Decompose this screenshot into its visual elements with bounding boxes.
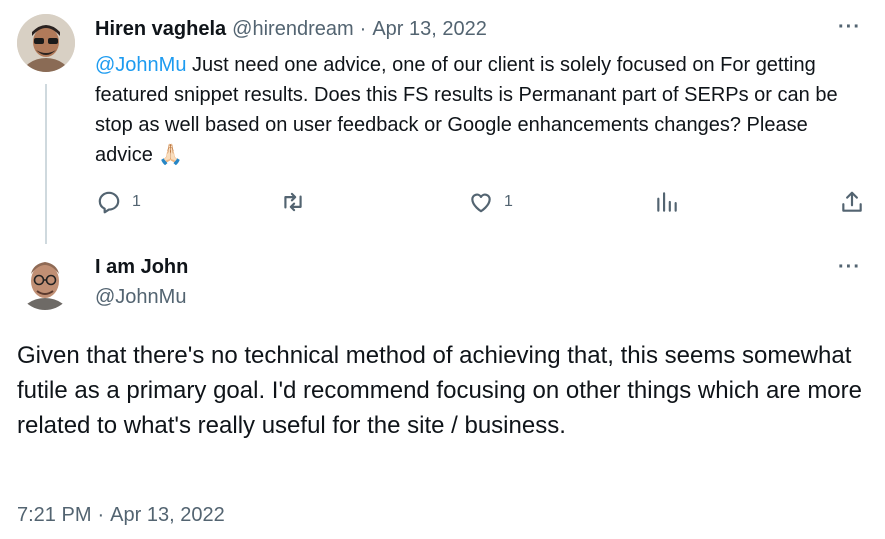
like-action[interactable]: 1 (468, 189, 513, 215)
views-action[interactable] (654, 189, 680, 215)
reply-count: 1 (132, 193, 141, 210)
retweet-icon (284, 192, 302, 212)
reply-action[interactable]: 1 (96, 189, 141, 215)
avatar-image (17, 14, 75, 72)
folded-hands-emoji: 🙏🏻 (158, 144, 184, 166)
avatar-image (17, 254, 73, 310)
reply-text: @JohnMu Just need one advice, one of our… (95, 50, 855, 170)
thread-line (45, 84, 47, 244)
reply-author-handle[interactable]: @hirendream (232, 18, 353, 41)
reply-icon (98, 191, 120, 214)
main-date: Apr 13, 2022 (110, 504, 225, 526)
reply-author-name[interactable]: Hiren vaghela (95, 18, 226, 41)
reply-author-avatar[interactable] (17, 14, 75, 72)
reply-mention-link[interactable]: @JohnMu (95, 54, 186, 76)
retweet-action[interactable] (280, 189, 316, 215)
main-more-button[interactable]: ··· (838, 256, 861, 279)
timestamp-separator: · (97, 504, 105, 526)
heart-icon (471, 193, 491, 213)
share-icon (842, 191, 862, 212)
main-author-handle[interactable]: @JohnMu (95, 286, 186, 309)
share-action[interactable] (839, 189, 865, 215)
main-tweet-text: Given that there's no technical method o… (17, 342, 862, 439)
reply-header-separator: · (359, 18, 367, 40)
main-author-name[interactable]: I am John (95, 256, 188, 279)
like-count: 1 (504, 193, 513, 210)
main-time: 7:21 PM (17, 504, 92, 526)
main-timestamp[interactable]: 7:21 PM · Apr 13, 2022 (17, 504, 225, 527)
reply-header: Hiren vaghela @hirendream · Apr 13, 2022 (95, 18, 487, 41)
analytics-icon (657, 192, 677, 212)
reply-more-button[interactable]: ··· (838, 16, 861, 39)
reply-body: Just need one advice, one of our client … (95, 54, 838, 166)
main-author-avatar[interactable] (17, 254, 73, 310)
reply-date[interactable]: Apr 13, 2022 (372, 18, 487, 41)
